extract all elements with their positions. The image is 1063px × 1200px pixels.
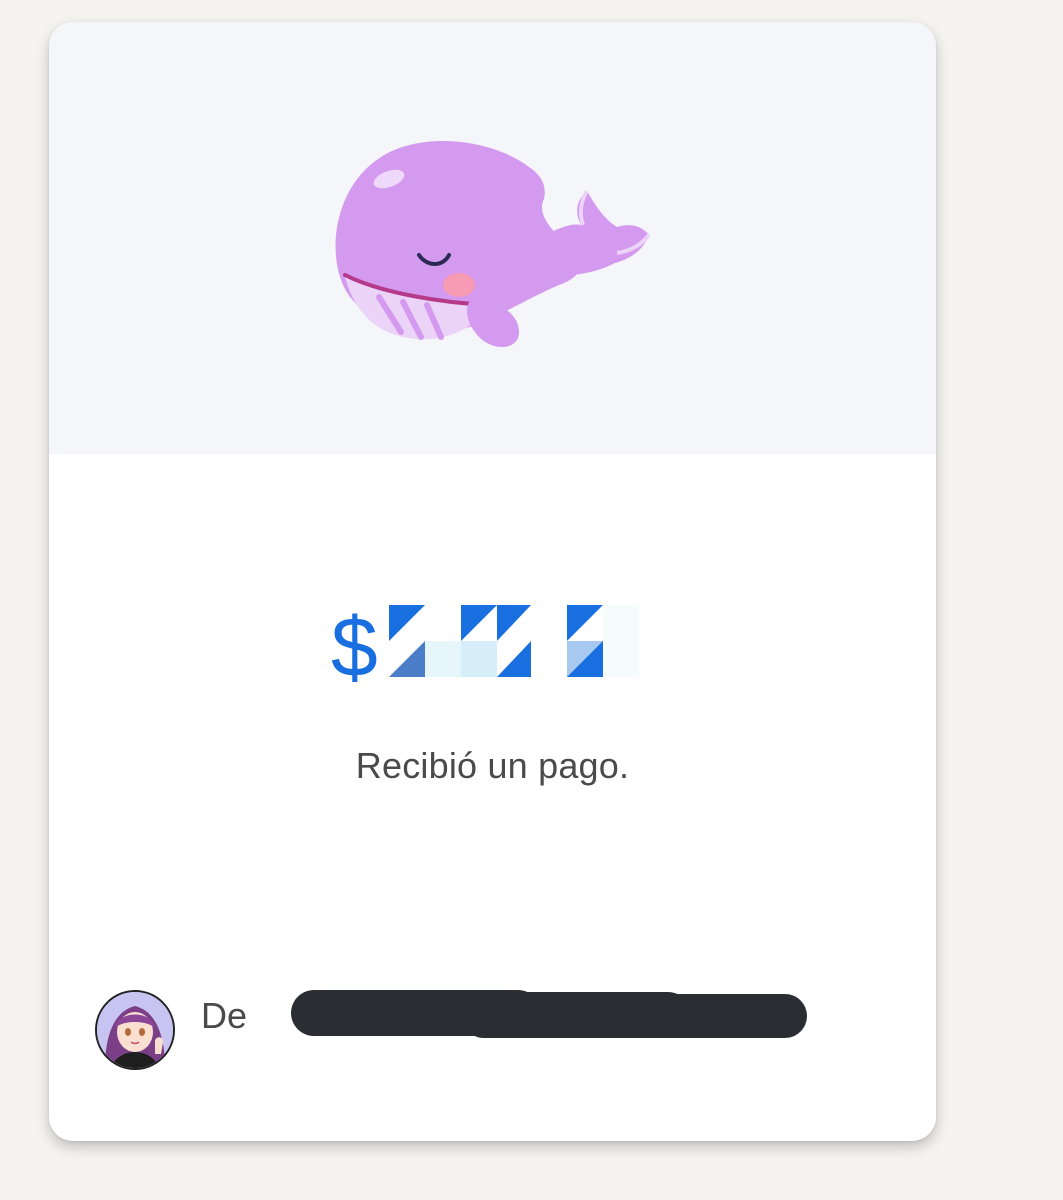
amount-display: $ bbox=[49, 597, 936, 707]
hero-banner bbox=[49, 22, 936, 454]
amount-currency-symbol: $ bbox=[331, 600, 378, 694]
sender-row: De bbox=[95, 988, 895, 1072]
payment-received-caption: Recibió un pago. bbox=[355, 745, 630, 786]
sender-prefix-label: De bbox=[201, 995, 248, 1036]
payment-notification-card: $ Recibió un pago. De bbox=[49, 22, 936, 1141]
sender-name-redaction bbox=[291, 990, 807, 1038]
whale-illustration bbox=[335, 140, 651, 348]
sender-avatar bbox=[95, 990, 175, 1070]
amount-redacted-pixelation bbox=[379, 605, 639, 677]
anime-girl-avatar-icon bbox=[97, 992, 173, 1068]
